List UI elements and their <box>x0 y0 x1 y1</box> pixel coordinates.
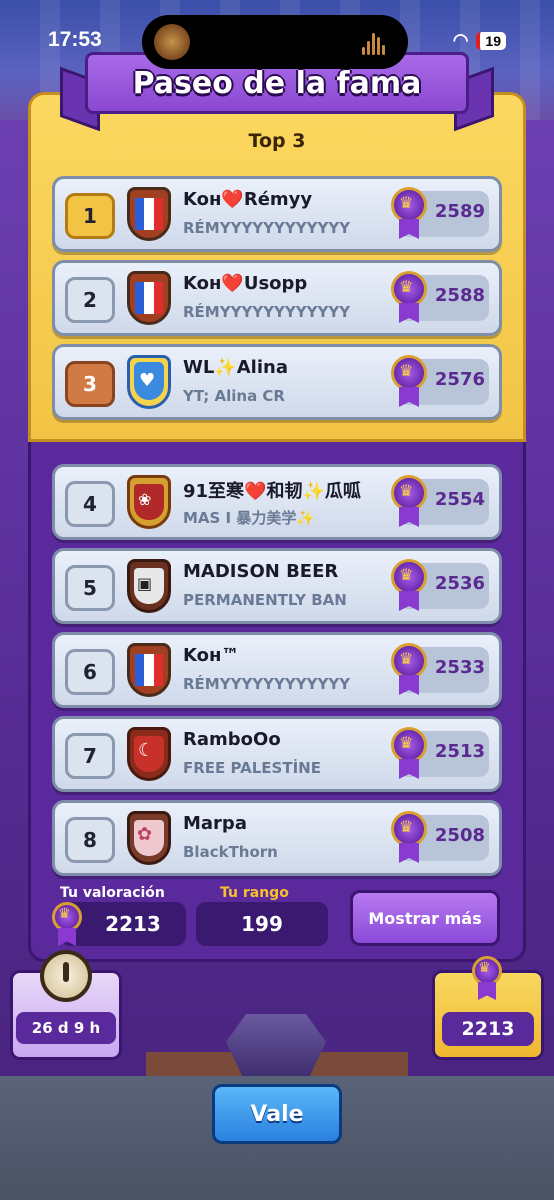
show-more-button[interactable]: Mostrar más <box>350 890 500 946</box>
player-name: WL✨Alina <box>183 357 288 378</box>
wifi-icon: ◠ <box>452 30 469 50</box>
leaderboard-row[interactable]: 6 Koн™ RÉMYYYYYYYYYYYY ♛ 2533 <box>52 632 502 708</box>
clan-name: RÉMYYYYYYYYYYYY <box>183 219 351 237</box>
season-timer: 26 d 9 h <box>16 1012 116 1044</box>
trophy-medal-icon: ♛ <box>391 355 427 409</box>
clan-badge-icon <box>127 643 171 697</box>
season-medal-icon: ♛ <box>472 956 502 1002</box>
clan-badge-icon: ☾ <box>127 727 171 781</box>
status-indicators: ◠ 19 <box>453 30 506 51</box>
trophy-medal-icon: ♛ <box>391 559 427 613</box>
player-name: Koн❤️Usopp <box>183 273 308 294</box>
trophy-count: 2589 <box>434 201 485 222</box>
trophy-medal-icon: ♛ <box>391 811 427 865</box>
rank-number: 7 <box>65 733 115 779</box>
player-name: 91至寒❤️和韧✨瓜呱 <box>183 481 361 502</box>
leaderboard-row[interactable]: 4 ❀ 91至寒❤️和韧✨瓜呱 MAS I 暴力美学✨ ♛ 2554 <box>52 464 502 540</box>
dynamic-island <box>142 15 408 69</box>
clan-name: FREE PALESTİNE <box>183 759 321 777</box>
clan-badge-icon <box>127 187 171 241</box>
clan-name: RÉMYYYYYYYYYYYY <box>183 675 351 693</box>
rating-value: 2213 <box>105 912 161 936</box>
trophy-count: 2554 <box>434 489 485 510</box>
clan-name: MAS I 暴力美学✨ <box>183 509 316 527</box>
top3-title: Top 3 <box>248 130 306 152</box>
arena-icon <box>226 1014 326 1084</box>
player-name: Koн❤️Rémyy <box>183 189 313 210</box>
player-name: Marpa <box>183 813 247 834</box>
trophy-medal-icon: ♛ <box>391 187 427 241</box>
trophy-count: 2508 <box>434 825 485 846</box>
now-playing-artwork-icon <box>154 24 190 60</box>
clan-name: BlackThorn <box>183 843 278 861</box>
rank-number: 5 <box>65 565 115 611</box>
trophy-count: 2513 <box>434 741 485 762</box>
trophy-medal-icon: ♛ <box>391 727 427 781</box>
rank-number: 3 <box>65 361 115 407</box>
clan-badge-icon <box>127 271 171 325</box>
rating-medal-icon: ♛ <box>52 902 82 948</box>
clan-badge-icon: ✿ <box>127 811 171 865</box>
clock-icon <box>40 950 92 1002</box>
clan-badge-icon: ❀ <box>127 475 171 529</box>
clan-badge-icon: ♥ <box>127 355 171 409</box>
rank-value-box: 199 <box>196 902 328 946</box>
clan-name: YT; Alina CR <box>183 387 285 405</box>
trophy-count: 2576 <box>434 369 485 390</box>
player-name: Koн™ <box>183 645 240 666</box>
leaderboard-row[interactable]: 1 Koн❤️Rémyy RÉMYYYYYYYYYYYY ♛ 2589 <box>52 176 502 252</box>
trophy-medal-icon: ♛ <box>391 271 427 325</box>
leaderboard-row[interactable]: 2 Koн❤️Usopp RÉMYYYYYYYYYYYY ♛ 2588 <box>52 260 502 336</box>
trophy-medal-icon: ♛ <box>391 643 427 697</box>
clan-name: RÉMYYYYYYYYYYYY <box>183 303 351 321</box>
rank-value: 199 <box>241 912 283 936</box>
season-trophies-value: 2213 <box>442 1012 534 1046</box>
audio-waveform-icon <box>362 29 390 55</box>
rank-number: 1 <box>65 193 115 239</box>
player-name: RamboOo <box>183 729 281 750</box>
rating-label: Tu valoración <box>60 885 165 901</box>
leaderboard-row[interactable]: 3 ♥ WL✨Alina YT; Alina CR ♛ 2576 <box>52 344 502 420</box>
status-time: 17:53 <box>48 28 102 51</box>
battery-icon: 19 <box>476 31 506 50</box>
rank-number: 6 <box>65 649 115 695</box>
clan-name: PERMANENTLY BAN <box>183 591 347 609</box>
leaderboard-row[interactable]: 8 ✿ Marpa BlackThorn ♛ 2508 <box>52 800 502 876</box>
trophy-count: 2533 <box>434 657 485 678</box>
rank-number: 4 <box>65 481 115 527</box>
ok-button[interactable]: Vale <box>212 1084 342 1144</box>
rank-number: 8 <box>65 817 115 863</box>
trophy-count: 2536 <box>434 573 485 594</box>
rank-label: Tu rango <box>220 885 289 901</box>
player-name: MADISON BEER <box>183 561 339 582</box>
clan-badge-icon: ▣ <box>127 559 171 613</box>
status-bar: 17:53 ◠ 19 <box>0 0 554 80</box>
rank-number: 2 <box>65 277 115 323</box>
leaderboard-row[interactable]: 7 ☾ RamboOo FREE PALESTİNE ♛ 2513 <box>52 716 502 792</box>
trophy-medal-icon: ♛ <box>391 475 427 529</box>
trophy-count: 2588 <box>434 285 485 306</box>
leaderboard-row[interactable]: 5 ▣ MADISON BEER PERMANENTLY BAN ♛ 2536 <box>52 548 502 624</box>
